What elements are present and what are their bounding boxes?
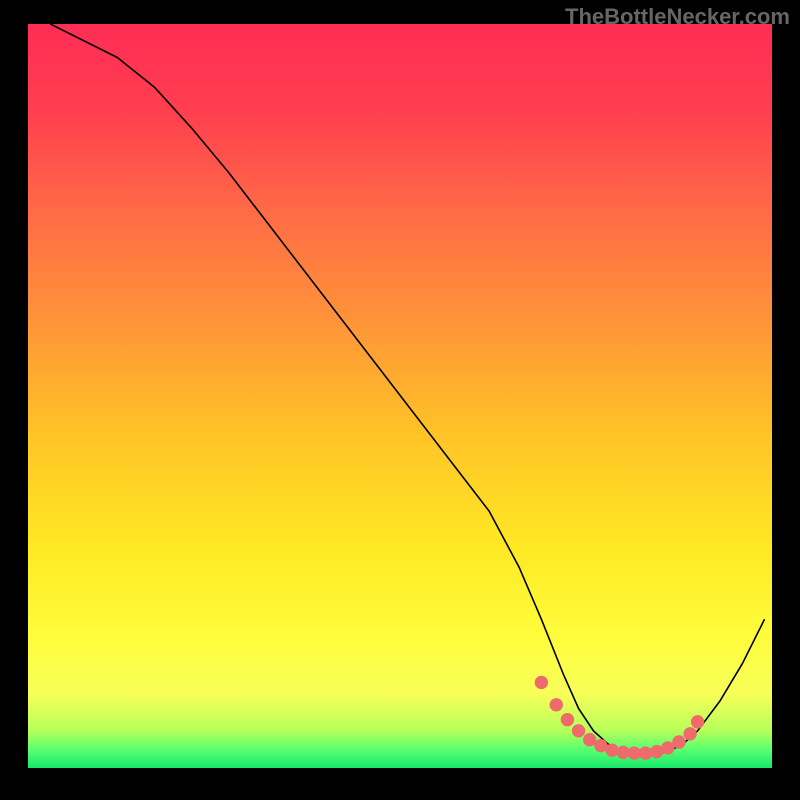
marker-dot bbox=[535, 676, 548, 689]
watermark-text: TheBottleNecker.com bbox=[565, 4, 790, 30]
marker-dot bbox=[672, 735, 685, 748]
chart-container: TheBottleNecker.com bbox=[0, 0, 800, 800]
marker-dot bbox=[550, 698, 563, 711]
bottleneck-plot bbox=[28, 24, 772, 768]
marker-dot bbox=[691, 715, 704, 728]
marker-dot bbox=[683, 727, 696, 740]
marker-dot bbox=[561, 713, 574, 726]
marker-dot bbox=[605, 743, 618, 756]
marker-dot bbox=[572, 724, 585, 737]
